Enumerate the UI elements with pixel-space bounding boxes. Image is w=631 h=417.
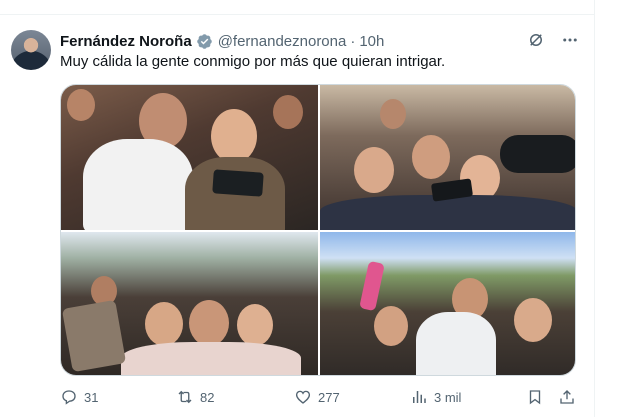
reply-button[interactable]: 31 — [60, 388, 98, 406]
tweet-actions: 31 82 277 3 mil — [60, 388, 580, 408]
tweet-time[interactable]: 10h — [359, 33, 384, 50]
share-button[interactable] — [558, 388, 576, 406]
repost-count: 82 — [200, 389, 215, 405]
reply-icon — [62, 390, 76, 405]
photo-2[interactable] — [320, 85, 575, 230]
author-name[interactable]: Fernández Noroña — [60, 33, 192, 50]
photo-4[interactable] — [320, 232, 575, 375]
tweet-header: Fernández Noroña @fernandeznorona · 10h — [60, 31, 384, 51]
repost-button[interactable]: 82 — [176, 388, 214, 406]
like-button[interactable]: 277 — [294, 388, 340, 406]
views-button[interactable]: 3 mil — [410, 388, 461, 406]
grok-icon[interactable] — [526, 30, 546, 50]
tweet-article[interactable]: Fernández Noroña @fernandeznorona · 10h … — [0, 0, 594, 417]
views-icon — [413, 391, 426, 403]
avatar[interactable] — [11, 30, 51, 70]
header-actions — [526, 30, 580, 50]
photo-1[interactable] — [61, 85, 318, 230]
like-icon — [295, 390, 311, 404]
tweet-text: Muy cálida la gente conmigo por más que … — [60, 53, 446, 70]
share-icon — [560, 390, 574, 404]
timeline-border — [594, 0, 595, 417]
repost-icon — [178, 390, 192, 404]
like-count: 277 — [318, 389, 340, 405]
more-icon[interactable] — [560, 30, 580, 50]
author-handle[interactable]: @fernandeznorona — [218, 33, 347, 50]
verified-badge-icon[interactable] — [196, 33, 213, 50]
photo-3[interactable] — [61, 232, 318, 375]
reply-count: 31 — [84, 389, 99, 405]
media-grid — [60, 84, 576, 376]
bookmark-icon — [529, 390, 541, 405]
bookmark-button[interactable] — [526, 388, 544, 406]
separator-dot: · — [350, 32, 356, 50]
views-count: 3 mil — [434, 389, 462, 405]
